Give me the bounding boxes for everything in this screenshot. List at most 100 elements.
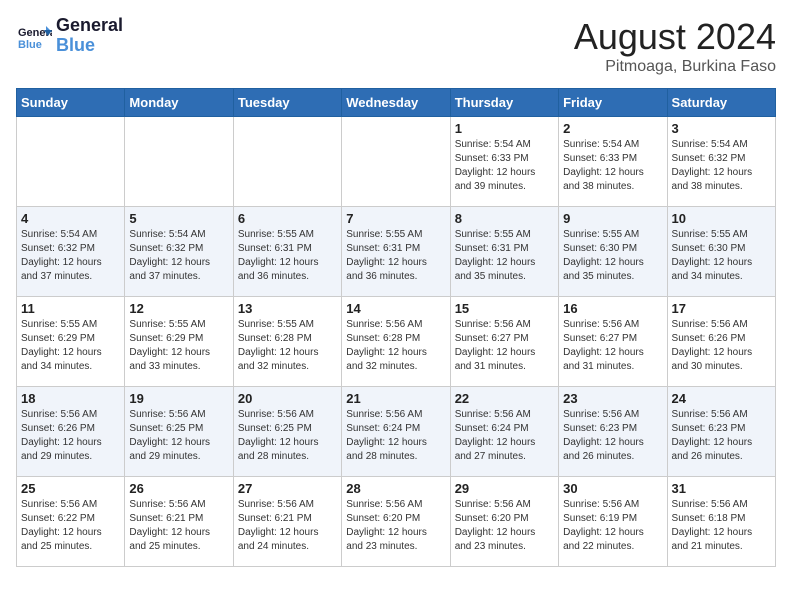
calendar-cell: 15Sunrise: 5:56 AM Sunset: 6:27 PM Dayli… bbox=[450, 297, 558, 387]
calendar-cell: 31 Sunrise: 5:56 AM Sunset: 6:18 PM Dayli… bbox=[667, 477, 775, 567]
day-info: Sunrise: 5:54 AM Sunset: 6:33 PM Dayligh… bbox=[455, 138, 554, 194]
calendar-cell: 12 Sunrise: 5:55 AM Sunset: 6:29 PM Dayli… bbox=[125, 297, 233, 387]
main-title: August 2024 bbox=[574, 16, 776, 58]
day-info: Sunrise: 5:56 AM Sunset: 6:24 PM Dayligh… bbox=[346, 408, 445, 464]
day-number: 16 bbox=[563, 301, 662, 316]
weekday-header-saturday: Saturday bbox=[667, 89, 775, 117]
day-info: Sunrise: 5:56 AM Sunset: 6:23 PM Dayligh… bbox=[563, 408, 662, 464]
day-number: 14 bbox=[346, 301, 445, 316]
day-number: 26 bbox=[129, 481, 228, 496]
day-info: Sunrise: 5:55 AM Sunset: 6:29 PM Dayligh… bbox=[21, 318, 120, 374]
day-number: 30 bbox=[563, 481, 662, 496]
day-info: Sunrise: 5:56 AM Sunset: 6:22 PM Dayligh… bbox=[21, 498, 120, 554]
day-number: 13 bbox=[238, 301, 337, 316]
day-number: 28 bbox=[346, 481, 445, 496]
svg-text:Blue: Blue bbox=[18, 39, 42, 50]
calendar-cell: 28 Sunrise: 5:56 AM Sunset: 6:20 PM Dayli… bbox=[342, 477, 450, 567]
day-info: Sunrise: 5:56 AM Sunset: 6:24 PM Dayligh… bbox=[455, 408, 554, 464]
calendar-cell: 29 Sunrise: 5:56 AM Sunset: 6:20 PM Dayli… bbox=[450, 477, 558, 567]
weekday-header-monday: Monday bbox=[125, 89, 233, 117]
calendar-cell: 5 Sunrise: 5:54 AM Sunset: 6:32 PM Daylig… bbox=[125, 207, 233, 297]
calendar-cell: 4Sunrise: 5:54 AM Sunset: 6:32 PM Daylig… bbox=[17, 207, 125, 297]
day-number: 17 bbox=[672, 301, 771, 316]
calendar-table: SundayMondayTuesdayWednesdayThursdayFrid… bbox=[16, 88, 776, 567]
subtitle: Pitmoaga, Burkina Faso bbox=[574, 58, 776, 76]
day-info: Sunrise: 5:56 AM Sunset: 6:28 PM Dayligh… bbox=[346, 318, 445, 374]
weekday-header-wednesday: Wednesday bbox=[342, 89, 450, 117]
day-number: 19 bbox=[129, 391, 228, 406]
day-info: Sunrise: 5:56 AM Sunset: 6:21 PM Dayligh… bbox=[238, 498, 337, 554]
day-info: Sunrise: 5:56 AM Sunset: 6:26 PM Dayligh… bbox=[672, 318, 771, 374]
day-number: 20 bbox=[238, 391, 337, 406]
calendar-cell: 8 Sunrise: 5:55 AM Sunset: 6:31 PM Daylig… bbox=[450, 207, 558, 297]
calendar-cell: 16 Sunrise: 5:56 AM Sunset: 6:27 PM Dayli… bbox=[559, 297, 667, 387]
day-info: Sunrise: 5:55 AM Sunset: 6:31 PM Dayligh… bbox=[455, 228, 554, 284]
day-info: Sunrise: 5:56 AM Sunset: 6:20 PM Dayligh… bbox=[455, 498, 554, 554]
day-info: Sunrise: 5:55 AM Sunset: 6:28 PM Dayligh… bbox=[238, 318, 337, 374]
calendar-cell: 7 Sunrise: 5:55 AM Sunset: 6:31 PM Daylig… bbox=[342, 207, 450, 297]
logo-icon: General Blue bbox=[16, 22, 52, 50]
calendar-cell: 3Sunrise: 5:54 AM Sunset: 6:32 PM Daylig… bbox=[667, 117, 775, 207]
day-number: 12 bbox=[129, 301, 228, 316]
weekday-header-row: SundayMondayTuesdayWednesdayThursdayFrid… bbox=[17, 89, 776, 117]
calendar-cell bbox=[17, 117, 125, 207]
calendar-week-1: 1 Sunrise: 5:54 AM Sunset: 6:33 PM Daylig… bbox=[17, 117, 776, 207]
day-info: Sunrise: 5:55 AM Sunset: 6:30 PM Dayligh… bbox=[563, 228, 662, 284]
day-number: 7 bbox=[346, 211, 445, 226]
day-number: 21 bbox=[346, 391, 445, 406]
calendar-cell: 17 Sunrise: 5:56 AM Sunset: 6:26 PM Dayli… bbox=[667, 297, 775, 387]
day-info: Sunrise: 5:56 AM Sunset: 6:20 PM Dayligh… bbox=[346, 498, 445, 554]
day-number: 23 bbox=[563, 391, 662, 406]
day-number: 2 bbox=[563, 121, 662, 136]
day-info: Sunrise: 5:56 AM Sunset: 6:19 PM Dayligh… bbox=[563, 498, 662, 554]
calendar-cell: 6 Sunrise: 5:55 AM Sunset: 6:31 PM Daylig… bbox=[233, 207, 341, 297]
day-info: Sunrise: 5:56 AM Sunset: 6:27 PM Dayligh… bbox=[563, 318, 662, 374]
calendar-cell: 10Sunrise: 5:55 AM Sunset: 6:30 PM Dayli… bbox=[667, 207, 775, 297]
weekday-header-tuesday: Tuesday bbox=[233, 89, 341, 117]
calendar-cell: 26 Sunrise: 5:56 AM Sunset: 6:21 PM Dayli… bbox=[125, 477, 233, 567]
calendar-week-2: 4Sunrise: 5:54 AM Sunset: 6:32 PM Daylig… bbox=[17, 207, 776, 297]
day-number: 3 bbox=[672, 121, 771, 136]
calendar-cell: 27Sunrise: 5:56 AM Sunset: 6:21 PM Dayli… bbox=[233, 477, 341, 567]
calendar-cell: 18 Sunrise: 5:56 AM Sunset: 6:26 PM Dayli… bbox=[17, 387, 125, 477]
weekday-header-sunday: Sunday bbox=[17, 89, 125, 117]
logo: General Blue General Blue bbox=[16, 16, 123, 56]
day-info: Sunrise: 5:55 AM Sunset: 6:31 PM Dayligh… bbox=[238, 228, 337, 284]
calendar-cell: 2 Sunrise: 5:54 AM Sunset: 6:33 PM Daylig… bbox=[559, 117, 667, 207]
day-info: Sunrise: 5:55 AM Sunset: 6:31 PM Dayligh… bbox=[346, 228, 445, 284]
day-info: Sunrise: 5:54 AM Sunset: 6:33 PM Dayligh… bbox=[563, 138, 662, 194]
day-info: Sunrise: 5:55 AM Sunset: 6:29 PM Dayligh… bbox=[129, 318, 228, 374]
logo-blue-text: Blue bbox=[56, 36, 123, 56]
day-info: Sunrise: 5:56 AM Sunset: 6:26 PM Dayligh… bbox=[21, 408, 120, 464]
day-number: 18 bbox=[21, 391, 120, 406]
day-number: 31 bbox=[672, 481, 771, 496]
day-info: Sunrise: 5:56 AM Sunset: 6:18 PM Dayligh… bbox=[672, 498, 771, 554]
calendar-week-5: 25 Sunrise: 5:56 AM Sunset: 6:22 PM Dayli… bbox=[17, 477, 776, 567]
day-info: Sunrise: 5:54 AM Sunset: 6:32 PM Dayligh… bbox=[129, 228, 228, 284]
calendar-week-4: 18 Sunrise: 5:56 AM Sunset: 6:26 PM Dayli… bbox=[17, 387, 776, 477]
calendar-cell: 20 Sunrise: 5:56 AM Sunset: 6:25 PM Dayli… bbox=[233, 387, 341, 477]
calendar-cell: 24Sunrise: 5:56 AM Sunset: 6:23 PM Dayli… bbox=[667, 387, 775, 477]
day-number: 1 bbox=[455, 121, 554, 136]
calendar-cell: 19 Sunrise: 5:56 AM Sunset: 6:25 PM Dayli… bbox=[125, 387, 233, 477]
calendar-cell bbox=[342, 117, 450, 207]
calendar-week-3: 11Sunrise: 5:55 AM Sunset: 6:29 PM Dayli… bbox=[17, 297, 776, 387]
day-number: 6 bbox=[238, 211, 337, 226]
day-number: 10 bbox=[672, 211, 771, 226]
calendar-cell: 30 Sunrise: 5:56 AM Sunset: 6:19 PM Dayli… bbox=[559, 477, 667, 567]
calendar-cell: 21 Sunrise: 5:56 AM Sunset: 6:24 PM Dayli… bbox=[342, 387, 450, 477]
calendar-cell: 1 Sunrise: 5:54 AM Sunset: 6:33 PM Daylig… bbox=[450, 117, 558, 207]
day-info: Sunrise: 5:56 AM Sunset: 6:21 PM Dayligh… bbox=[129, 498, 228, 554]
calendar-cell: 25 Sunrise: 5:56 AM Sunset: 6:22 PM Dayli… bbox=[17, 477, 125, 567]
day-number: 29 bbox=[455, 481, 554, 496]
day-number: 22 bbox=[455, 391, 554, 406]
day-info: Sunrise: 5:56 AM Sunset: 6:23 PM Dayligh… bbox=[672, 408, 771, 464]
day-number: 5 bbox=[129, 211, 228, 226]
day-number: 8 bbox=[455, 211, 554, 226]
calendar-cell: 14 Sunrise: 5:56 AM Sunset: 6:28 PM Dayli… bbox=[342, 297, 450, 387]
day-info: Sunrise: 5:56 AM Sunset: 6:25 PM Dayligh… bbox=[238, 408, 337, 464]
day-number: 25 bbox=[21, 481, 120, 496]
day-info: Sunrise: 5:56 AM Sunset: 6:25 PM Dayligh… bbox=[129, 408, 228, 464]
calendar-cell bbox=[233, 117, 341, 207]
page-header: General Blue General Blue August 2024 Pi… bbox=[16, 16, 776, 76]
